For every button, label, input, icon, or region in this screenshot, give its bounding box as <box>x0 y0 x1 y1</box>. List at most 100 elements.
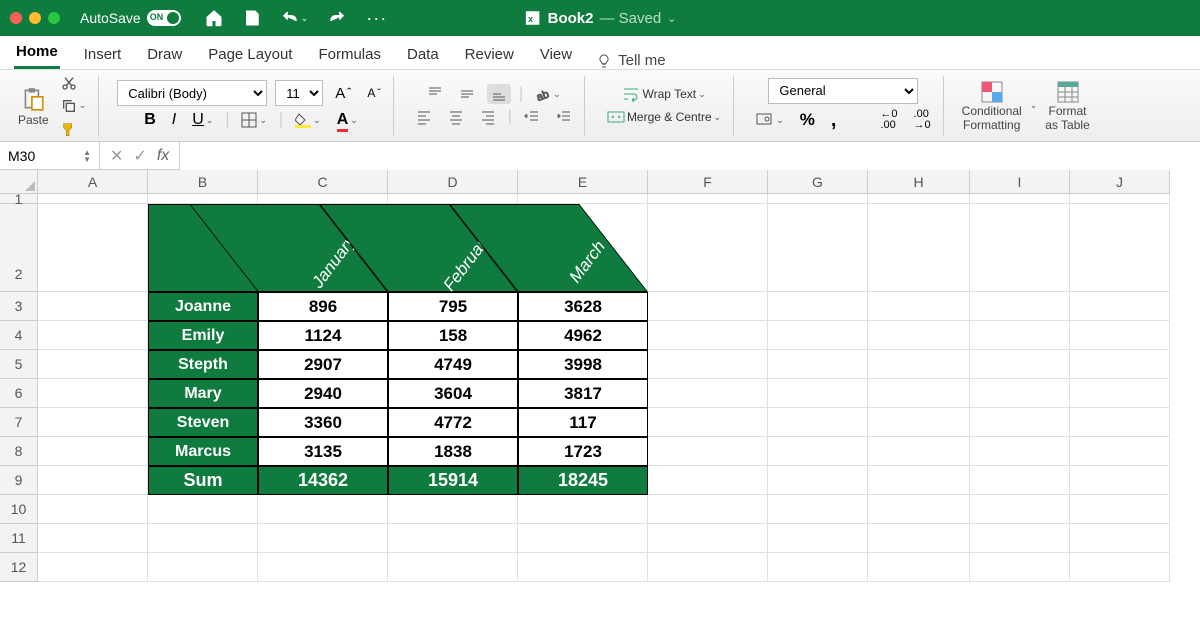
sum-cell[interactable]: 14362 <box>258 466 388 495</box>
percent-icon[interactable]: % <box>796 108 819 132</box>
col-header[interactable]: J <box>1070 170 1170 194</box>
row-header[interactable]: 3 <box>0 292 38 321</box>
value-cell[interactable]: 795 <box>388 292 518 321</box>
col-header[interactable]: C <box>258 170 388 194</box>
number-format-select[interactable]: General <box>768 78 918 104</box>
tab-formulas[interactable]: Formulas <box>316 40 383 69</box>
tab-draw[interactable]: Draw <box>145 40 184 69</box>
underline-button[interactable]: U⌄ <box>188 109 217 131</box>
save-icon[interactable] <box>239 7 265 29</box>
align-right-icon[interactable] <box>476 107 500 127</box>
name-cell[interactable]: Joanne <box>148 292 258 321</box>
wrap-text-button[interactable]: Wrap Text⌄ <box>619 84 710 104</box>
align-middle-icon[interactable] <box>455 84 479 104</box>
font-color-icon[interactable]: A⌄ <box>333 109 362 131</box>
redo-icon[interactable] <box>324 7 350 29</box>
tab-insert[interactable]: Insert <box>82 40 124 69</box>
copy-icon[interactable]: ⌄ <box>57 96 91 116</box>
tab-view[interactable]: View <box>538 40 574 69</box>
home-icon[interactable] <box>201 7 227 29</box>
row-header[interactable]: 9 <box>0 466 38 495</box>
increase-decimal-icon[interactable]: ←0.00 <box>876 107 901 133</box>
col-header[interactable]: G <box>768 170 868 194</box>
cancel-formula-icon[interactable]: ✕ <box>110 146 123 166</box>
maximize-window-icon[interactable] <box>48 12 60 24</box>
tab-page-layout[interactable]: Page Layout <box>206 40 294 69</box>
row-header[interactable]: 12 <box>0 553 38 582</box>
tell-me-search[interactable]: Tell me <box>596 52 666 69</box>
font-size-select[interactable]: 11 <box>275 80 323 106</box>
value-cell[interactable]: 896 <box>258 292 388 321</box>
col-header[interactable]: B <box>148 170 258 194</box>
name-box[interactable]: M30 ▲▼ <box>0 142 100 170</box>
orientation-icon[interactable]: ab⌄ <box>531 84 565 104</box>
value-cell[interactable]: 3604 <box>388 379 518 408</box>
close-window-icon[interactable] <box>10 12 22 24</box>
value-cell[interactable]: 3628 <box>518 292 648 321</box>
row-header[interactable]: 1 <box>0 194 38 204</box>
paste-button[interactable]: Paste <box>18 85 49 127</box>
undo-icon[interactable]: ⌄ <box>277 7 313 29</box>
minimize-window-icon[interactable] <box>29 12 41 24</box>
sum-cell[interactable]: 15914 <box>388 466 518 495</box>
col-header[interactable]: F <box>648 170 768 194</box>
value-cell[interactable]: 117 <box>518 408 648 437</box>
value-cell[interactable]: 3817 <box>518 379 648 408</box>
align-top-icon[interactable] <box>423 84 447 104</box>
conditional-formatting-button[interactable]: Conditional Formatting <box>962 80 1022 132</box>
col-header[interactable]: A <box>38 170 148 194</box>
align-left-icon[interactable] <box>412 107 436 127</box>
decrease-indent-icon[interactable] <box>520 107 544 127</box>
value-cell[interactable]: 4772 <box>388 408 518 437</box>
row-header[interactable]: 2 <box>0 204 38 292</box>
row-header[interactable]: 10 <box>0 495 38 524</box>
cut-icon[interactable] <box>57 73 91 93</box>
row-header[interactable]: 11 <box>0 524 38 553</box>
align-center-icon[interactable] <box>444 107 468 127</box>
shrink-font-icon[interactable]: Aˇ <box>363 84 384 102</box>
col-header[interactable]: H <box>868 170 970 194</box>
font-name-select[interactable]: Calibri (Body) <box>117 80 267 106</box>
cell-area[interactable]: /*placeholder*/ January February March J… <box>38 194 1170 582</box>
row-header[interactable]: 5 <box>0 350 38 379</box>
italic-button[interactable]: I <box>168 109 180 131</box>
format-as-table-button[interactable]: Format as Table <box>1045 80 1089 132</box>
formula-input[interactable] <box>179 142 1200 170</box>
tab-data[interactable]: Data <box>405 40 441 69</box>
more-icon[interactable]: ··· <box>362 6 391 31</box>
document-title[interactable]: x Book2 — Saved ⌄ <box>524 9 677 27</box>
row-header[interactable]: 8 <box>0 437 38 466</box>
value-cell[interactable]: 2940 <box>258 379 388 408</box>
row-header[interactable]: 4 <box>0 321 38 350</box>
value-cell[interactable]: 3998 <box>518 350 648 379</box>
accounting-format-icon[interactable]: ⌄ <box>752 111 788 129</box>
value-cell[interactable]: 4749 <box>388 350 518 379</box>
fx-icon[interactable]: fx <box>157 147 169 165</box>
name-cell[interactable]: Marcus <box>148 437 258 466</box>
sum-cell[interactable]: 18245 <box>518 466 648 495</box>
comma-icon[interactable]: , <box>827 107 841 134</box>
fill-color-icon[interactable]: ⌄ <box>291 110 325 130</box>
name-box-stepper[interactable]: ▲▼ <box>83 149 91 163</box>
value-cell[interactable]: 3135 <box>258 437 388 466</box>
decrease-decimal-icon[interactable]: .00→0 <box>910 107 935 133</box>
tab-review[interactable]: Review <box>463 40 516 69</box>
name-cell[interactable]: Mary <box>148 379 258 408</box>
value-cell[interactable]: 2907 <box>258 350 388 379</box>
autosave-toggle[interactable]: AutoSave ON <box>80 10 181 26</box>
align-bottom-icon[interactable] <box>487 84 511 104</box>
value-cell[interactable]: 158 <box>388 321 518 350</box>
name-cell[interactable]: Steven <box>148 408 258 437</box>
merge-centre-button[interactable]: Merge & Centre⌄ <box>603 107 725 127</box>
bold-button[interactable]: B <box>140 109 160 131</box>
col-header[interactable]: I <box>970 170 1070 194</box>
name-cell[interactable]: Emily <box>148 321 258 350</box>
sum-label-cell[interactable]: Sum <box>148 466 258 495</box>
row-header[interactable]: 6 <box>0 379 38 408</box>
borders-icon[interactable]: ⌄ <box>237 110 271 130</box>
value-cell[interactable]: 1838 <box>388 437 518 466</box>
tab-home[interactable]: Home <box>14 37 60 69</box>
enter-formula-icon[interactable]: ✓ <box>133 146 146 166</box>
value-cell[interactable]: 1723 <box>518 437 648 466</box>
col-header[interactable]: D <box>388 170 518 194</box>
